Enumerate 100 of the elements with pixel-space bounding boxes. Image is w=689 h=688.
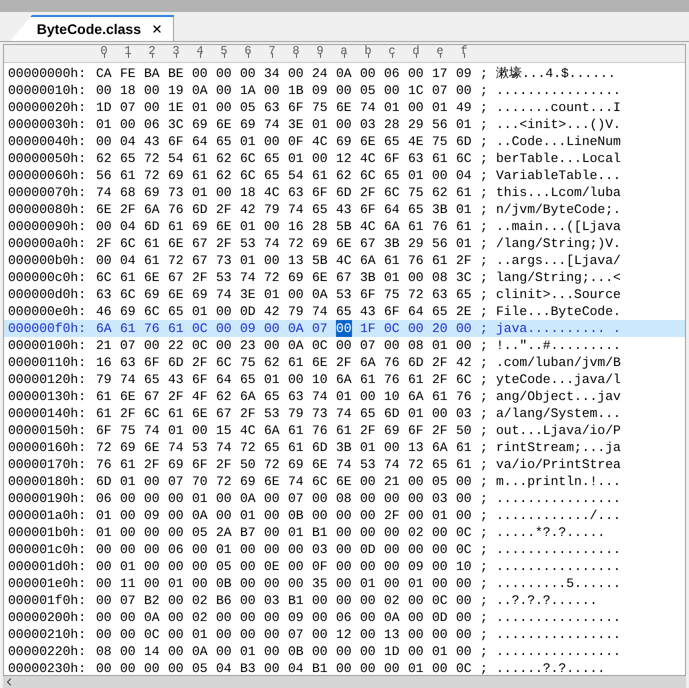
hex-byte: 67 — [192, 252, 208, 269]
horizontal-scrollbar[interactable] — [3, 676, 686, 688]
hex-byte: 00 — [360, 524, 376, 541]
hex-byte: 1F — [360, 320, 376, 337]
address-text: 000000f0h: — [8, 320, 88, 337]
hex-byte: 72 — [264, 269, 280, 286]
hex-byte: 6F — [192, 456, 208, 473]
hex-byte: 43 — [168, 371, 184, 388]
hex-byte: 53 — [192, 439, 208, 456]
hex-byte: 00 — [264, 320, 280, 337]
hex-byte: 6E — [264, 473, 280, 490]
hex-byte: 3C — [456, 269, 472, 286]
hex-byte: 00 — [456, 626, 472, 643]
address-text: 000000a0h: — [8, 235, 88, 252]
hex-byte: 2A — [216, 524, 232, 541]
hex-byte: 61 — [120, 456, 136, 473]
separator-text: ; — [480, 473, 489, 490]
hex-byte: 0A — [192, 643, 208, 660]
hex-byte: 74 — [144, 422, 160, 439]
hex-byte: 61 — [120, 320, 136, 337]
hex-byte: 61 — [360, 371, 376, 388]
hex-byte: 00 — [360, 473, 376, 490]
hex-byte: 00 — [240, 592, 256, 609]
address-text: 00000040h: — [8, 133, 88, 150]
hex-byte: 61 — [168, 405, 184, 422]
hex-byte: 2F — [168, 388, 184, 405]
separator-text: ; — [480, 626, 489, 643]
separator-text: ; — [480, 235, 489, 252]
separator-text: ; — [480, 116, 489, 133]
hex-byte: 3B — [360, 269, 376, 286]
hex-byte: 61 — [288, 354, 304, 371]
hex-byte: 0B — [288, 643, 304, 660]
hex-byte: 6C — [240, 167, 256, 184]
hex-byte: 19 — [168, 82, 184, 99]
hex-byte: 01 — [192, 303, 208, 320]
hex-byte: 72 — [168, 252, 184, 269]
hex-byte: 61 — [312, 167, 328, 184]
hex-byte: 06 — [168, 541, 184, 558]
hex-byte: 00 — [360, 643, 376, 660]
hex-byte: 69 — [192, 286, 208, 303]
hex-byte: 07 — [168, 473, 184, 490]
hex-byte: 07 — [120, 99, 136, 116]
hex-byte: 16 — [96, 354, 112, 371]
hex-byte: 73 — [216, 252, 232, 269]
hex-byte: 73 — [168, 184, 184, 201]
hex-byte: 00 — [336, 507, 352, 524]
hex-byte: 74 — [312, 303, 328, 320]
hex-byte: 0C — [192, 320, 208, 337]
hex-byte: 6C — [216, 354, 232, 371]
file-tab[interactable]: ByteCode.class — [10, 15, 174, 41]
hex-byte: 21 — [384, 473, 400, 490]
hex-byte: 06 — [336, 609, 352, 626]
address-text: 00000000h: — [8, 65, 88, 82]
address-text: 00000110h: — [8, 354, 88, 371]
hex-byte: 50 — [456, 422, 472, 439]
hex-byte: 70 — [192, 473, 208, 490]
hex-byte: 07 — [288, 626, 304, 643]
hex-byte: 74 — [264, 235, 280, 252]
hex-byte: 62 — [432, 184, 448, 201]
ascii-text: ................ — [496, 609, 621, 626]
hex-byte: 61 — [168, 320, 184, 337]
hex-byte: 6C — [456, 150, 472, 167]
hex-byte: 68 — [120, 184, 136, 201]
hex-byte: 6A — [336, 371, 352, 388]
hex-byte: 6E — [96, 201, 112, 218]
hex-byte: 62 — [216, 150, 232, 167]
hex-byte: 61 — [192, 150, 208, 167]
ascii-text: ................ — [496, 558, 621, 575]
hex-row[interactable]: 000000f0h: 6A 61 76 61 0C 00 09 00 0A 07 00 1F 0C 00 20 00 ; java.......... . — [4, 320, 685, 337]
hex-byte: 00 — [216, 184, 232, 201]
hex-byte: 13 — [288, 252, 304, 269]
hex-byte: 01 — [456, 235, 472, 252]
hex-byte: 3B — [336, 439, 352, 456]
hex-byte: 64 — [192, 133, 208, 150]
hex-byte: 00 — [384, 524, 400, 541]
hex-byte: 00 — [288, 371, 304, 388]
close-icon[interactable] — [151, 23, 163, 35]
hex-byte: 2F — [384, 507, 400, 524]
hex-byte: 63 — [96, 286, 112, 303]
address-text: 00000060h: — [8, 167, 88, 184]
hex-byte: 04 — [288, 660, 304, 675]
hex-byte: 01 — [240, 643, 256, 660]
address-text: 000000e0h: — [8, 303, 88, 320]
hex-byte: 00 — [144, 490, 160, 507]
hex-byte: 00 — [96, 82, 112, 99]
hex-byte: 02 — [384, 592, 400, 609]
hex-byte: 07 — [360, 337, 376, 354]
hex-byte: 6E — [312, 269, 328, 286]
hex-byte: 61 — [120, 167, 136, 184]
address-text: 00000070h: — [8, 184, 88, 201]
hex-byte: 67 — [336, 269, 352, 286]
hex-byte: 00 — [360, 660, 376, 675]
hex-byte: 03 — [432, 490, 448, 507]
ascii-text: rintStream;...ja — [496, 439, 621, 456]
hex-byte: 0C — [192, 337, 208, 354]
hex-byte: 01 — [336, 388, 352, 405]
address-text: 000001d0h: — [8, 558, 88, 575]
hex-byte: 09 — [240, 320, 256, 337]
hex-byte: 76 — [144, 320, 160, 337]
hex-byte: 00 — [168, 592, 184, 609]
